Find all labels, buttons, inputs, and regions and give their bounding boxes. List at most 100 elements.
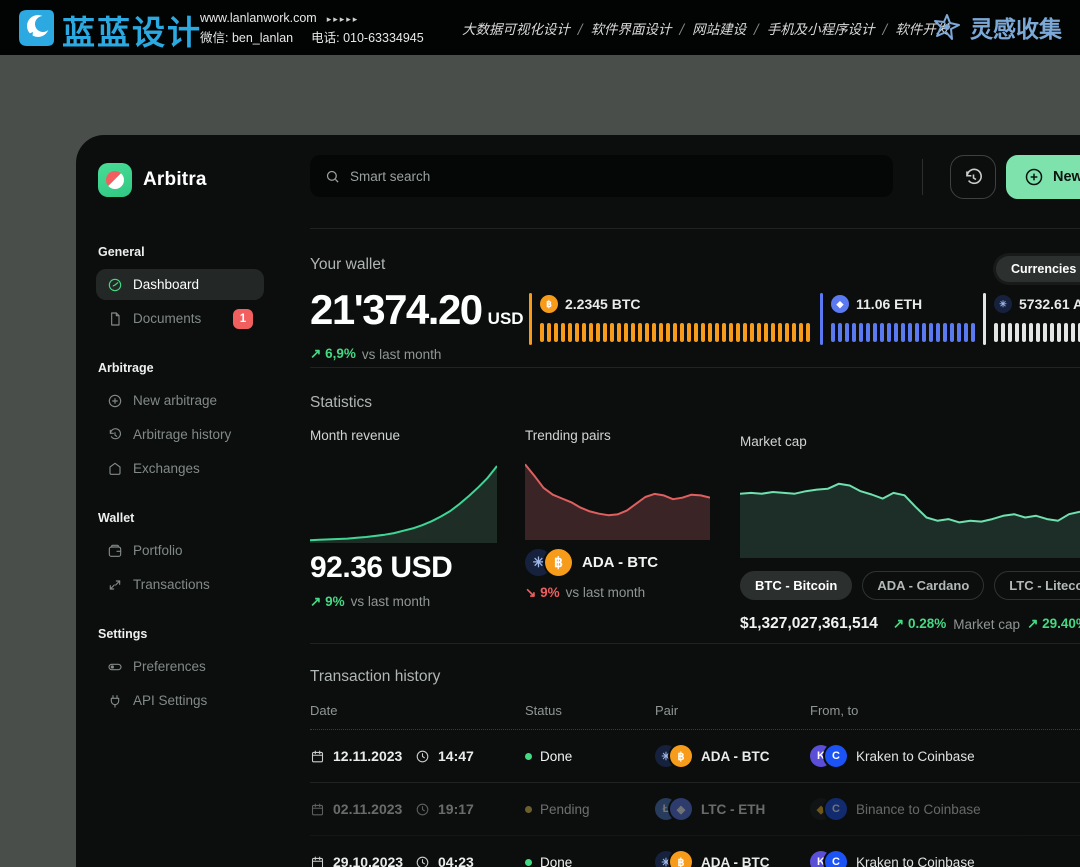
coinbase-coin-icon: C [825,745,847,767]
transactions-icon [107,577,123,593]
plus-circle-icon [1024,167,1044,187]
clock-icon [415,802,430,817]
status-label: Done [540,749,572,764]
date-cell: 02.11.202319:17 [310,801,525,817]
trending-pairs-card: Trending pairs ✳฿ ADA - BTC ↘ 9% vs last… [525,428,710,633]
cap-change: ↗ 0.28% [893,616,946,632]
sidebar-item-arbitrage-history[interactable]: Arbitrage history [96,419,264,450]
column-header-status: Status [525,703,655,718]
nav-separator: / [680,22,685,38]
calendar-icon [310,855,325,867]
date-cell: 29.10.202304:23 [310,854,525,867]
market-cap-value: $1,327,027,361,514 [740,615,878,633]
nav-separator: / [883,22,888,38]
banner-collect: 灵感收集 [932,10,1062,44]
pair-cell: ✳฿ADA - BTC [655,745,810,767]
month-revenue-value: 92.36 USD [310,551,497,585]
month-revenue-card: Month revenue 92.36 USD ↗ 9% vs last mon… [310,428,497,633]
dashboard-icon [107,277,123,293]
banner-site: www.lanlanwork.com [200,11,317,25]
status-cell: Done [525,749,655,764]
sidebar-menu: GeneralDashboardDocuments1ArbitrageNew a… [98,245,262,716]
new-arbitrage-button[interactable]: New arbitrage [1006,155,1080,199]
market-cap-header: Market cap 1D7D1M [740,428,1080,458]
sidebar-item-transactions[interactable]: Transactions [96,569,264,600]
transactions-title: Transaction history [310,668,1080,686]
exchanges-icon [107,461,123,477]
route-cell: KCKraken to Coinbase [810,851,1050,867]
btc-coin-icon: ฿ [545,549,572,576]
banner-nav-item[interactable]: 软件界面设计 [591,22,672,38]
wallet-tab-currencies[interactable]: Currencies [996,256,1080,282]
preferences-icon [107,659,123,675]
transactions-header: DateStatusPairFrom, to [310,703,1080,730]
coinbase-coin-icon: C [825,851,847,867]
amount-cell: 0.0021 [1050,741,1080,771]
sidebar-item-preferences[interactable]: Preferences [96,651,264,682]
banner-nav-item[interactable]: 手机及小程序设计 [767,22,875,38]
history-button[interactable] [950,155,996,199]
balance-column: 21'374.20USD ↗ 6,9% vs last month [310,288,529,361]
calendar-icon [310,802,325,817]
sidebar-item-exchanges[interactable]: Exchanges [96,453,264,484]
month-revenue-chart [310,458,497,543]
coin-pill-ada[interactable]: ADA - Cardano [862,571,984,600]
eth-coin-icon: ◆ [831,295,849,313]
search-icon [325,169,340,184]
notification-badge: 1 [233,309,253,329]
sidebar-item-new-arbitrage[interactable]: New arbitrage [96,385,264,416]
trending-pairs-change: ↘ 9% vs last month [525,585,710,601]
clock-icon [415,855,430,867]
change-up-arrow-icon: ↗ 6,9% [310,346,356,362]
sidebar-section: Arbitrage New arbitrageArbitrage historyE… [98,361,262,484]
holding-label: ✳5732.61 ADA [994,293,1080,315]
holding-label: ฿ 2.2345 BTC [540,293,820,315]
transaction-row[interactable]: 29.10.202304:23Done✳฿ADA - BTCKCKraken t… [310,836,1080,867]
holding-ada: ✳5732.61 ADA [983,293,1080,347]
trending-pair: ✳฿ ADA - BTC [525,549,710,576]
sidebar-item-portfolio[interactable]: Portfolio [96,535,264,566]
holding-amount: 2.2345 BTC [565,296,640,312]
sidebar-section-title: Arbitrage [98,361,262,375]
status-dot [525,859,532,866]
sidebar-item-dashboard[interactable]: Dashboard [96,269,264,300]
banner-wechat: 微信: ben_lanlan [200,31,293,45]
amount-cell: 0.0000 [1050,855,1080,867]
calendar-icon [310,749,325,764]
sidebar-item-api-settings[interactable]: API Settings [96,685,264,716]
clock-icon [415,749,430,764]
holding-amount: 5732.61 ADA [1019,296,1080,312]
market-cap-stats: $1,327,027,361,514 ↗ 0.28% Market cap ↗ … [740,615,1080,633]
eth-coin-icon: ◆ [670,798,692,820]
volume-change: ↗ 29.40% [1027,616,1080,632]
sidebar-section-title: Settings [98,627,262,641]
transaction-row[interactable]: 02.11.202319:17PendingŁ◆LTC - ETH◆CBinan… [310,783,1080,836]
search-input[interactable] [350,169,878,184]
sidebar-item-documents[interactable]: Documents1 [96,303,264,334]
wallet-balance: 21'374.20USD [310,288,529,341]
status-cell: Pending [525,802,655,817]
sidebar-item-label: Transactions [133,577,210,592]
coin-pill-ltc[interactable]: LTC - Litecoin [994,571,1080,600]
pair-cell: ✳฿ADA - BTC [655,851,810,867]
main-panel: New arbitrage Your wallet CurrenciesExch… [282,135,1080,867]
brand-name: Arbitra [143,169,207,191]
nav-separator: / [754,22,759,38]
banner-phone: 电话: 010-63334945 [311,31,424,45]
btc-coin-icon: ฿ [540,295,558,313]
nav-separator: / [578,22,583,38]
sidebar: Arbitra GeneralDashboardDocuments1Arbitr… [76,135,282,867]
holding-ticks [994,323,1080,342]
coin-pill-btc[interactable]: BTC - Bitcoin [740,571,852,600]
history-icon [107,427,123,443]
divider [310,228,1080,229]
month-revenue-label: Month revenue [310,428,497,446]
banner-nav-item[interactable]: 大数据可视化设计 [462,22,570,38]
statistics-row: Month revenue 92.36 USD ↗ 9% vs last mon… [310,428,1080,633]
holding-eth: ◆11.06 ETH [820,293,983,347]
banner-nav-item[interactable]: 网站建设 [692,22,746,38]
holding-label: ◆11.06 ETH [831,293,983,315]
search-box[interactable] [310,155,893,197]
top-banner: 蓝蓝设计 www.lanlanwork.com▸▸▸▸▸ 微信: ben_lan… [0,0,1080,55]
transaction-row[interactable]: 12.11.202314:47Done✳฿ADA - BTCKCKraken t… [310,730,1080,783]
